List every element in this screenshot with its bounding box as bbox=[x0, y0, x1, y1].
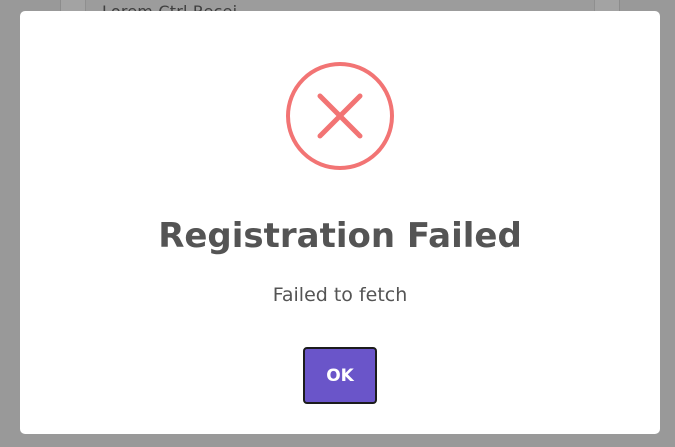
ok-button[interactable]: OK bbox=[303, 347, 377, 404]
error-x-circle-icon bbox=[285, 61, 395, 171]
dialog-title: Registration Failed bbox=[158, 216, 522, 256]
error-dialog: Registration Failed Failed to fetch OK bbox=[20, 11, 660, 434]
dialog-message: Failed to fetch bbox=[272, 284, 408, 306]
